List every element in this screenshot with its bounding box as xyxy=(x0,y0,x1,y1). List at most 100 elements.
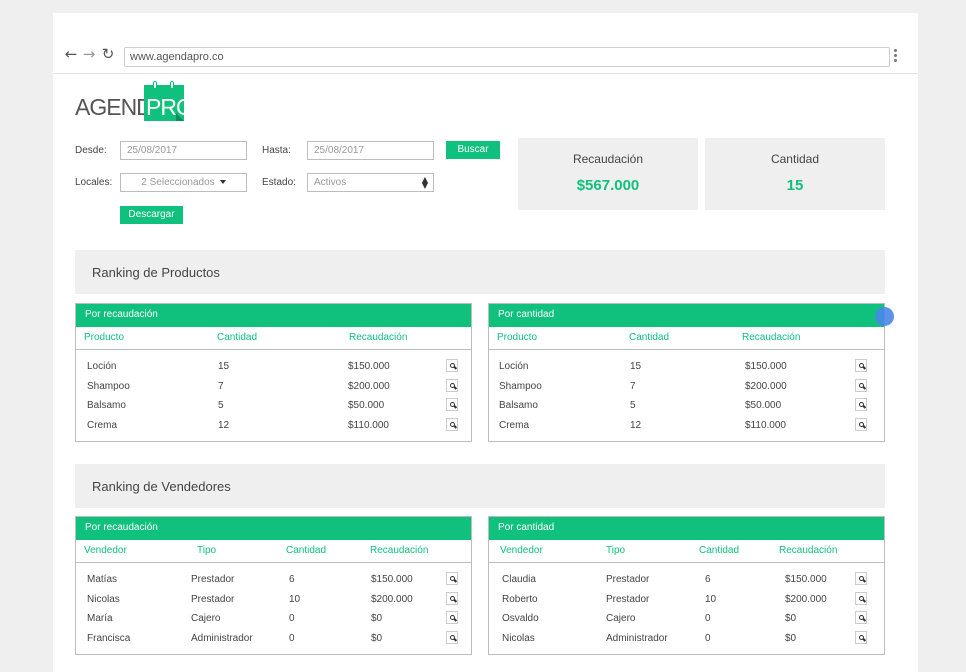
table-row: Loción 15 $150.000 xyxy=(489,356,884,376)
col-recaudacion: Recaudación xyxy=(370,545,429,556)
cell-qty: 10 xyxy=(705,593,717,605)
cell-qty: 15 xyxy=(630,361,642,372)
descargar-button[interactable]: Descargar xyxy=(120,206,183,224)
cantidad-stat-card: Cantidad 15 xyxy=(705,138,885,210)
cell-name: Roberto xyxy=(502,593,538,605)
section-title: Ranking de Vendedores xyxy=(92,479,231,494)
section-title: Ranking de Productos xyxy=(92,265,220,280)
zoom-icon[interactable] xyxy=(446,378,458,392)
cell-name: Shampoo xyxy=(87,380,130,392)
cell-amount: $50.000 xyxy=(745,400,782,411)
forward-arrow-icon[interactable]: → xyxy=(82,47,96,62)
cell-tipo: Administrador xyxy=(606,632,668,644)
cell-tipo: Prestador xyxy=(191,593,235,605)
cell-amount: $200.000 xyxy=(785,593,827,605)
logo-calendar-box: PRO xyxy=(144,81,194,121)
ranking-productos-header: Ranking de Productos xyxy=(75,250,885,294)
zoom-icon[interactable] xyxy=(855,572,867,585)
table-row: Nicolas Prestador 10 $200.000 xyxy=(76,589,471,609)
browser-toolbar: ← → ↻ www.agendapro.co xyxy=(53,13,918,74)
cell-qty: 12 xyxy=(630,419,642,431)
col-cantidad: Cantidad xyxy=(629,332,670,343)
recaudacion-stat-label: Recaudación xyxy=(572,152,644,166)
zoom-icon[interactable] xyxy=(855,611,867,624)
url-input[interactable]: www.agendapro.co xyxy=(124,47,890,67)
estado-select[interactable]: Activos ▲ ▼ xyxy=(307,173,434,192)
chevron-down-icon xyxy=(219,180,226,185)
cell-amount: $150.000 xyxy=(785,574,827,585)
cell-name: Crema xyxy=(499,419,530,431)
col-vendedor: Vendedor xyxy=(500,545,543,556)
zoom-icon[interactable] xyxy=(855,378,867,392)
col-producto: Producto xyxy=(497,332,538,343)
cell-name: Balsamo xyxy=(87,400,126,411)
back-arrow-icon[interactable]: ← xyxy=(64,47,78,62)
browser-window: ← → ↻ www.agendapro.co AGENDA PRO Desde:… xyxy=(53,13,918,672)
table-header: Por recaudación xyxy=(76,517,471,540)
cell-name: Balsamo xyxy=(499,400,538,411)
cell-qty: 15 xyxy=(218,361,230,372)
cell-tipo: Administrador xyxy=(191,632,253,644)
cell-amount: $150.000 xyxy=(371,574,413,585)
table-row: Osvaldo Cajero 0 $0 xyxy=(489,608,884,628)
cantidad-stat-label: Cantidad xyxy=(770,152,820,166)
buscar-button[interactable]: Buscar xyxy=(446,141,500,159)
desde-date-input[interactable]: 25/08/2017 xyxy=(120,141,247,160)
cell-qty: 6 xyxy=(705,574,711,585)
calendar-ring-icon xyxy=(153,81,157,89)
locales-label: Locales: xyxy=(75,177,113,188)
cell-name: Loción xyxy=(87,361,117,372)
zoom-icon[interactable] xyxy=(446,417,458,431)
cell-amount: $200.000 xyxy=(371,593,413,605)
table-row: Balsamo 5 $50.000 xyxy=(76,395,471,415)
cell-tipo: Prestador xyxy=(191,574,235,585)
cell-amount: $0 xyxy=(371,613,383,624)
cell-amount: $200.000 xyxy=(745,380,787,392)
more-menu-icon[interactable] xyxy=(894,49,898,65)
zoom-icon[interactable] xyxy=(446,630,458,644)
agendapro-logo: AGENDA PRO xyxy=(75,81,195,123)
cell-amount: $110.000 xyxy=(348,419,389,431)
col-vendedor: Vendedor xyxy=(84,545,127,556)
zoom-icon[interactable] xyxy=(446,611,458,624)
cell-qty: 0 xyxy=(289,632,295,644)
col-recaudacion: Recaudación xyxy=(779,545,838,556)
cursor-indicator xyxy=(875,307,894,326)
calendar-ring-icon xyxy=(170,81,174,89)
zoom-icon[interactable] xyxy=(855,398,867,411)
cell-name: Nicolas xyxy=(87,593,120,605)
cell-qty: 5 xyxy=(630,400,636,411)
cell-qty: 0 xyxy=(705,632,711,644)
zoom-icon[interactable] xyxy=(855,417,867,431)
cell-name: Loción xyxy=(499,361,529,372)
table-row: María Cajero 0 $0 xyxy=(76,608,471,628)
cell-qty: 0 xyxy=(705,613,711,624)
zoom-icon[interactable] xyxy=(446,591,458,605)
table-row: Matías Prestador 6 $150.000 xyxy=(76,569,471,589)
vendedores-por-recaudacion-table: Por recaudación Vendedor Tipo Cantidad R… xyxy=(75,516,472,655)
hasta-label: Hasta: xyxy=(262,145,291,156)
locales-select[interactable]: 2 Seleccionados xyxy=(120,173,247,192)
zoom-icon[interactable] xyxy=(446,398,458,411)
cell-name: Osvaldo xyxy=(502,613,539,624)
cell-qty: 12 xyxy=(218,419,230,431)
zoom-icon[interactable] xyxy=(855,359,867,372)
productos-por-recaudacion-table: Por recaudación Producto Cantidad Recaud… xyxy=(75,303,472,442)
hasta-date-input[interactable]: 25/08/2017 xyxy=(307,141,434,160)
table-row: Shampoo 7 $200.000 xyxy=(489,376,884,396)
reload-icon[interactable]: ↻ xyxy=(101,47,115,62)
table-header: Por recaudación xyxy=(76,304,471,327)
zoom-icon[interactable] xyxy=(446,359,458,372)
ranking-vendedores-header: Ranking de Vendedores xyxy=(75,464,885,508)
zoom-icon[interactable] xyxy=(855,591,867,605)
zoom-icon[interactable] xyxy=(446,572,458,585)
col-recaudacion: Recaudación xyxy=(349,332,408,343)
cell-tipo: Cajero xyxy=(606,613,636,624)
cell-amount: $200.000 xyxy=(348,380,390,392)
cell-qty: 7 xyxy=(218,380,224,392)
table-row: Claudia Prestador 6 $150.000 xyxy=(489,569,884,589)
col-producto: Producto xyxy=(84,332,125,343)
col-cantidad: Cantidad xyxy=(699,545,740,556)
logo-pro-text: PRO xyxy=(146,94,194,120)
zoom-icon[interactable] xyxy=(855,630,867,644)
